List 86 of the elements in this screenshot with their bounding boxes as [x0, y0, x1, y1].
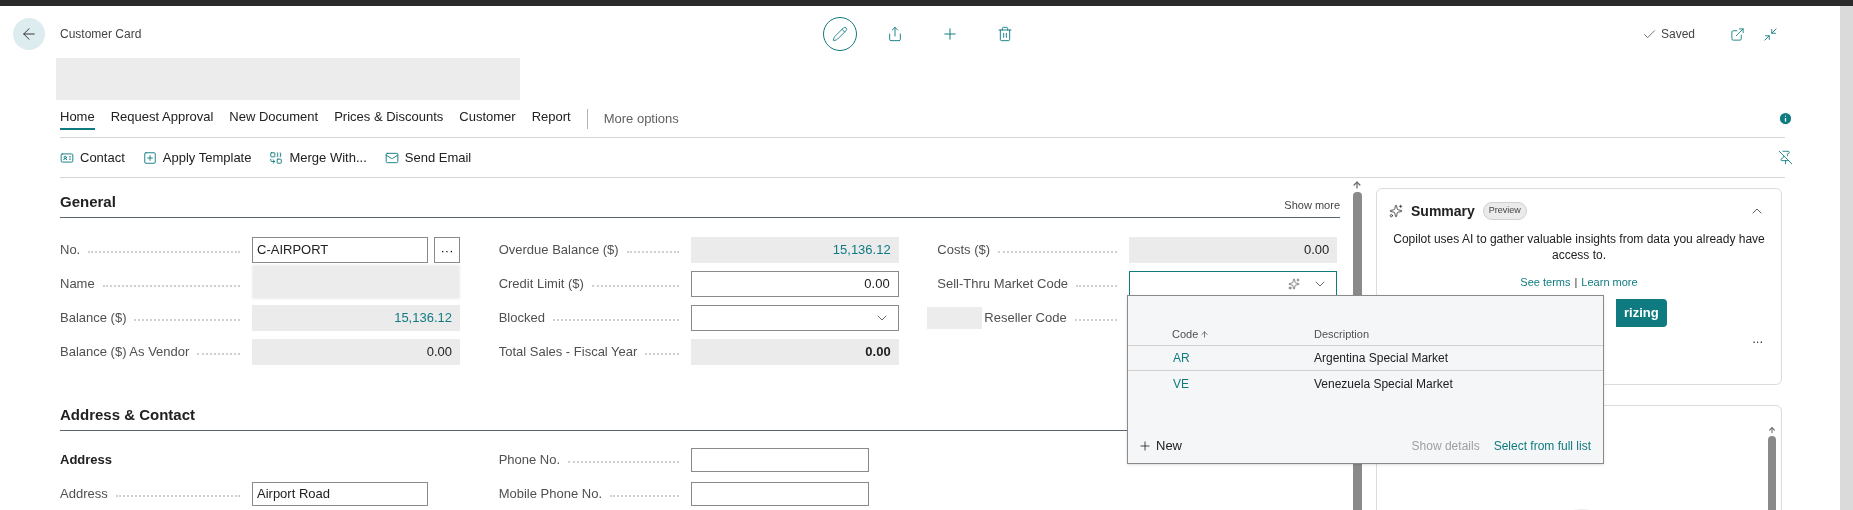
show-more-link[interactable]: Show more	[1284, 196, 1340, 213]
action-button[interactable]: Send Email	[384, 147, 472, 168]
field-label: Balance ($)	[60, 309, 127, 328]
link-separator: |	[1574, 275, 1578, 290]
field-label: Phone No.	[498, 451, 561, 470]
menu-tab[interactable]: New Document	[229, 107, 319, 130]
field-label: Costs ($)	[937, 241, 991, 260]
trash-icon	[997, 26, 1013, 42]
menu-tab[interactable]: Customer	[459, 107, 516, 130]
code-link[interactable]: AR	[1173, 349, 1314, 367]
dotted-leader	[1074, 319, 1118, 321]
table-cell-text: Argentina Special Market	[1314, 350, 1449, 367]
merge-icon	[269, 150, 284, 165]
dotted-leader	[610, 495, 679, 497]
dotted-leader	[197, 353, 240, 355]
menu-tab[interactable]: Request Approval	[110, 107, 214, 130]
readonly-field: 0.00	[252, 339, 460, 365]
field-label: Balance ($) As Vendor	[60, 343, 190, 362]
page-caption: Customer Card	[60, 26, 142, 43]
summarize-button[interactable]: rizing	[1616, 298, 1667, 327]
collapse-icon	[1763, 26, 1778, 42]
menu-tab[interactable]: Prices & Discounts	[334, 107, 444, 130]
section-title: General	[60, 191, 116, 212]
scroll-up-icon[interactable]	[1767, 426, 1777, 435]
action-button[interactable]: Contact	[60, 147, 125, 168]
sort-arrow-icon	[1200, 330, 1210, 339]
action-button[interactable]: Apply Template	[142, 147, 252, 168]
id-card-icon	[60, 150, 74, 165]
select-full-list-link[interactable]: Select from full list	[1493, 437, 1591, 455]
action-button[interactable]: Merge With...	[269, 147, 367, 168]
card-title: Summary	[1411, 201, 1475, 221]
assist-button[interactable]: ···	[434, 237, 460, 263]
collapse-button[interactable]	[1763, 26, 1778, 42]
field-label: Reseller Code	[984, 309, 1067, 328]
popout-icon	[1730, 26, 1745, 42]
square-plus-icon	[142, 150, 157, 165]
scroll-up-icon[interactable]	[1352, 180, 1362, 190]
summary-text: Copilot uses AI to gather valuable insights from data you already have access to.	[1392, 231, 1766, 263]
input-field[interactable]: C-AIRPORT	[252, 237, 428, 263]
saved-status: Saved	[1660, 26, 1695, 43]
input-field[interactable]	[690, 448, 869, 472]
menu-tab[interactable]: Report	[531, 107, 571, 130]
field-label: Name	[60, 275, 95, 294]
field-label: Address	[60, 485, 108, 504]
readonly-field[interactable]: 15,136.12	[252, 305, 460, 331]
more-options-button[interactable]: More options	[603, 108, 679, 129]
see-terms-link[interactable]: See terms	[1520, 274, 1571, 291]
preview-badge: Preview	[1482, 202, 1527, 220]
input-field[interactable]: 0.00	[690, 271, 899, 297]
info-icon[interactable]	[1778, 111, 1793, 126]
learn-more-link[interactable]: Learn more	[1581, 274, 1638, 291]
sparkle-icon	[1288, 278, 1301, 290]
copilot-icon	[1389, 204, 1403, 218]
column-header[interactable]: Description	[1314, 326, 1370, 343]
field-label: Blocked	[498, 309, 545, 328]
code-link[interactable]: VE	[1173, 374, 1314, 393]
input-field[interactable]: Airport Road	[252, 482, 428, 506]
readonly-field[interactable]: 15,136.12	[690, 237, 899, 263]
field-label: Mobile Phone No.	[498, 485, 602, 504]
group-heading: Address	[60, 451, 113, 470]
dotted-leader	[645, 353, 679, 355]
input-field[interactable]	[690, 482, 869, 506]
table-cell-text: Venezuela Special Market	[1314, 375, 1453, 393]
more-button[interactable]: ...	[1752, 328, 1763, 348]
pencil-icon	[832, 26, 848, 42]
dotted-leader	[1076, 285, 1118, 287]
unpin-icon[interactable]	[1778, 150, 1793, 165]
field-label: Credit Limit ($)	[498, 275, 584, 294]
field-label: Sell-Thru Market Code	[937, 275, 1069, 294]
dotted-leader	[626, 251, 679, 253]
menu-tab[interactable]: Home	[60, 107, 95, 130]
plus-icon	[1138, 439, 1152, 453]
field-label: Overdue Balance ($)	[498, 241, 619, 260]
mail-icon	[384, 150, 399, 165]
back-button[interactable]	[13, 18, 45, 50]
column-header[interactable]: Code	[1172, 326, 1210, 343]
plus-icon	[941, 25, 959, 43]
section-title: Address & Contact	[60, 404, 196, 425]
new-button[interactable]: New	[1138, 436, 1182, 456]
popout-button[interactable]	[1730, 26, 1745, 42]
field-label: No.	[60, 241, 81, 260]
readonly-field: 0.00	[690, 339, 899, 365]
field-label: Total Sales - Fiscal Year	[498, 343, 638, 362]
share-icon	[887, 26, 903, 42]
dropdown-field[interactable]	[690, 305, 899, 331]
readonly-field: 0.00	[1129, 237, 1338, 263]
